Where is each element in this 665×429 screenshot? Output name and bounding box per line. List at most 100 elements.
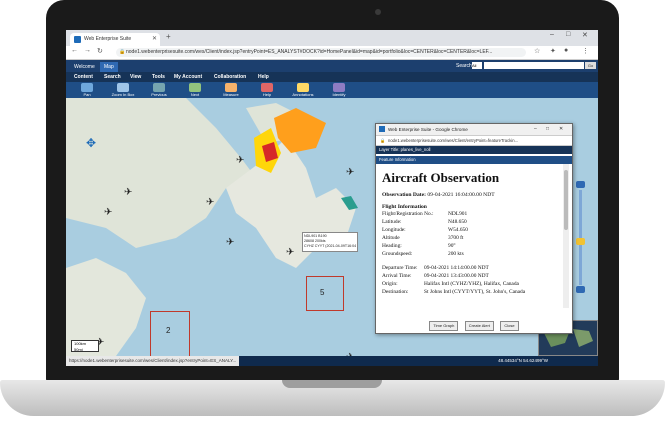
info-icon — [333, 83, 345, 92]
region-box-2-label: 2 — [166, 326, 171, 335]
labrador-land — [66, 98, 256, 248]
map-scale: 100km 50mi — [71, 340, 99, 352]
tool-label: Previous — [151, 92, 167, 97]
coordinate-readout: 48.44534°N 54.62499°W — [498, 358, 548, 363]
flight-label-line: CYHZ CYYT (2021-04-09T16:04:00Z) — [304, 244, 356, 248]
zoom-in-icon[interactable] — [576, 181, 585, 188]
plane-icon[interactable]: ✈ — [346, 168, 354, 178]
tool-label: Annotations — [292, 92, 314, 97]
plane-icon[interactable]: ✈ — [236, 156, 244, 166]
region-box-5[interactable] — [306, 276, 344, 311]
previous-icon — [153, 83, 165, 92]
popup-scrollbar[interactable] — [563, 164, 569, 308]
popup-address-text: node1.webenterprisesuite.com/wes/Client/… — [388, 138, 519, 143]
menu-search[interactable]: Search — [104, 72, 121, 82]
measure-tool[interactable]: Measure — [214, 83, 248, 97]
go-button[interactable]: Go — [585, 62, 596, 69]
menu-bar: Content Search View Tools My Account Col… — [66, 72, 598, 82]
tool-label: Zoom In Box — [111, 92, 135, 97]
menu-my-account[interactable]: My Account — [174, 72, 202, 82]
menu-icon[interactable]: ⋮ — [582, 47, 589, 55]
reload-icon[interactable]: ↻ — [97, 47, 103, 55]
status-bar: https://node1.webenterprisesuite.com/wes… — [66, 356, 598, 366]
navigation-compass-icon[interactable]: ✥ — [86, 137, 96, 149]
plane-icon[interactable]: ✈ — [124, 188, 132, 198]
search-input[interactable] — [484, 62, 584, 69]
row-value: NDL901 — [448, 211, 468, 217]
region-box-5-label: 5 — [320, 288, 325, 297]
plane-icon[interactable]: ✈ — [226, 238, 234, 248]
tab-map[interactable]: Map — [100, 62, 118, 72]
menu-help[interactable]: Help — [258, 72, 269, 82]
next-tool[interactable]: Next — [178, 83, 212, 97]
favicon-icon — [379, 126, 385, 132]
hand-icon — [81, 83, 93, 92]
search-scope-select[interactable]: All — [472, 62, 482, 69]
create-alert-button[interactable]: Create Alert — [464, 321, 494, 331]
popup-address-bar[interactable]: 🔒 node1.webenterprisesuite.com/wes/Clien… — [376, 136, 572, 146]
flight-row: Heading: 90° — [382, 242, 562, 250]
new-tab-icon[interactable]: + — [166, 32, 171, 41]
popup-titlebar: Web Enterprise Suite - Google Chrome – □… — [376, 124, 572, 136]
tool-label: Measure — [223, 92, 239, 97]
menu-content[interactable]: Content — [74, 72, 93, 82]
minimize-icon[interactable]: – — [550, 31, 554, 38]
close-button[interactable]: Close — [500, 321, 519, 331]
close-icon[interactable]: ✕ — [559, 124, 563, 135]
popup-button-row: Time Graph Create Alert Close — [376, 314, 572, 331]
forward-icon[interactable]: → — [84, 47, 91, 54]
webcam — [375, 9, 381, 15]
status-url: https://node1.webenterprisesuite.com/wes… — [66, 356, 240, 366]
menu-view[interactable]: View — [130, 72, 141, 82]
flight-label-card: NDL901 B190 28608 200kts CYHZ CYYT (2021… — [302, 232, 358, 252]
scrollbar-thumb[interactable] — [564, 170, 568, 230]
back-icon[interactable]: ← — [71, 47, 78, 54]
pencil-icon — [297, 83, 309, 92]
close-window-icon[interactable]: ✕ — [582, 31, 588, 39]
row-value: St Johns Intl (CYYT/YYT), St. John's, Ca… — [424, 289, 526, 295]
zoom-handle[interactable] — [576, 238, 585, 245]
browser-tab[interactable]: Web Enterprise Suite ✕ — [70, 33, 160, 46]
popup-content: Aircraft Observation Observation Date: 0… — [379, 164, 562, 308]
screen: Web Enterprise Suite ✕ + – □ ✕ ← → ↻ 🔒 n… — [66, 30, 598, 366]
minimize-icon[interactable]: – — [534, 124, 537, 135]
close-icon[interactable]: ✕ — [152, 36, 157, 43]
plane-icon[interactable]: ✈ — [206, 198, 214, 208]
row-value: 3700 ft — [448, 235, 464, 241]
row-value: N48.650 — [448, 219, 467, 225]
zoom-out-icon[interactable] — [576, 286, 585, 293]
row-key: Departure Time: — [382, 265, 418, 271]
menu-tools[interactable]: Tools — [152, 72, 165, 82]
route-row: Arrival Time: 09-04-2021 13:43:00.00 NDT — [382, 272, 562, 280]
star-icon[interactable]: ☆ — [534, 47, 540, 55]
route-row: Departure Time: 09-04-2021 14:14:00.00 ND… — [382, 264, 562, 272]
time-graph-button[interactable]: Time Graph — [429, 321, 459, 331]
plane-icon[interactable]: ✈ — [286, 248, 294, 258]
maximize-icon[interactable]: □ — [546, 124, 549, 135]
identify-tool[interactable]: Identify — [322, 83, 356, 97]
tool-label: Identify — [332, 92, 346, 97]
tab-welcome[interactable]: Welcome — [70, 62, 99, 72]
maximize-icon[interactable]: □ — [566, 31, 570, 38]
tool-label: Help — [262, 92, 272, 97]
observation-date-value: 09-04-2021 16:04:00.00 NDT — [427, 192, 495, 198]
help-icon — [261, 83, 273, 92]
menu-collaboration[interactable]: Collaboration — [214, 72, 246, 82]
search-label: Search: — [456, 63, 474, 69]
row-key: Altitude — [382, 235, 400, 241]
tool-label: Next — [190, 92, 200, 97]
favicon-icon — [74, 36, 81, 43]
row-value: 09-04-2021 14:14:00.00 NDT — [424, 265, 489, 271]
tab-title: Web Enterprise Suite — [84, 36, 132, 42]
help-tool[interactable]: Help — [250, 83, 284, 97]
annotations-tool[interactable]: Annotations — [286, 83, 320, 97]
plane-icon[interactable]: ✈ — [104, 208, 112, 218]
profile-icon[interactable]: ● — [564, 47, 568, 54]
address-bar[interactable]: 🔒 node1.webenterprisesuite.com/wes/Clien… — [116, 48, 526, 57]
pan-tool[interactable]: Pan — [70, 83, 104, 97]
previous-tool[interactable]: Previous — [142, 83, 176, 97]
flight-row: Latitude: N48.650 — [382, 218, 562, 226]
zoom-box-tool[interactable]: Zoom In Box — [106, 83, 140, 97]
extensions-icon[interactable]: ✦ — [550, 47, 556, 55]
overview-land — [573, 329, 593, 347]
